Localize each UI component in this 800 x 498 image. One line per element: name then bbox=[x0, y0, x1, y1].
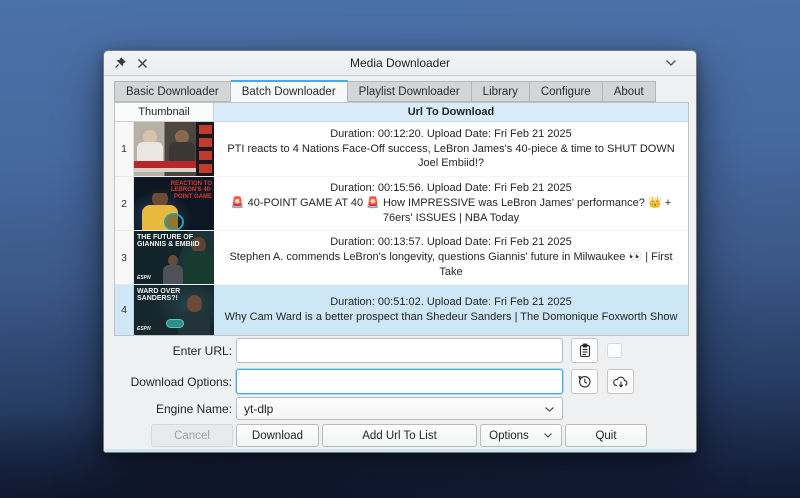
thumbnail-image: REACTION TO LEBRON'S 40-POINT GAME bbox=[134, 177, 214, 230]
chevron-down-icon bbox=[543, 430, 553, 442]
engine-name-label: Engine Name: bbox=[112, 402, 232, 416]
quit-button[interactable]: Quit bbox=[565, 424, 647, 447]
video-info: Duration: 00:13:57. Upload Date: Fri Feb… bbox=[214, 231, 688, 285]
add-url-to-list-button[interactable]: Add Url To List bbox=[322, 424, 477, 447]
video-thumbnail bbox=[134, 122, 214, 177]
video-info: Duration: 00:15:56. Upload Date: Fri Feb… bbox=[214, 177, 688, 231]
video-title: 🚨 40-POINT GAME AT 40 🚨 How IMPRESSIVE w… bbox=[224, 196, 678, 226]
cancel-button: Cancel bbox=[151, 424, 233, 447]
thumbnail-image bbox=[134, 122, 214, 176]
column-header-url[interactable]: Url To Download bbox=[214, 103, 688, 122]
options-history-button[interactable] bbox=[571, 369, 598, 394]
video-title: Why Cam Ward is a better prospect than S… bbox=[225, 310, 678, 325]
engine-selected-value: yt-dlp bbox=[244, 402, 273, 416]
window-bottom-edge bbox=[105, 449, 695, 452]
row-number: 3 bbox=[115, 231, 134, 285]
window-title: Media Downloader bbox=[104, 56, 696, 70]
engine-select[interactable]: yt-dlp bbox=[236, 397, 563, 420]
video-title: PTI reacts to 4 Nations Face-Off success… bbox=[224, 142, 678, 172]
video-info: Duration: 00:51:02. Upload Date: Fri Feb… bbox=[214, 285, 688, 336]
download-list-table: Thumbnail Url To Download 1 Duration: 00… bbox=[114, 102, 689, 336]
tab-configure[interactable]: Configure bbox=[530, 81, 603, 102]
video-info: Duration: 00:12:20. Upload Date: Fri Feb… bbox=[214, 122, 688, 177]
row-number: 1 bbox=[115, 122, 134, 177]
video-title: Stephen A. commends LeBron's longevity, … bbox=[224, 250, 678, 280]
row-number: 2 bbox=[115, 177, 134, 231]
monitor-clipboard-checkbox[interactable] bbox=[607, 343, 622, 358]
download-options-input[interactable] bbox=[236, 369, 563, 394]
video-thumbnail: REACTION TO LEBRON'S 40-POINT GAME bbox=[134, 177, 214, 231]
tab-bar: Basic Downloader Batch Downloader Playli… bbox=[114, 80, 686, 102]
tab-library[interactable]: Library bbox=[472, 81, 530, 102]
column-header-thumbnail[interactable]: Thumbnail bbox=[115, 103, 214, 122]
video-duration-date: Duration: 00:15:56. Upload Date: Fri Feb… bbox=[330, 181, 572, 196]
tab-batch-downloader[interactable]: Batch Downloader bbox=[231, 80, 348, 102]
table-row[interactable]: 2 REACTION TO LEBRON'S 40-POINT GAME Dur… bbox=[115, 177, 688, 231]
video-duration-date: Duration: 00:13:57. Upload Date: Fri Feb… bbox=[330, 235, 572, 250]
enter-url-label: Enter URL: bbox=[112, 344, 232, 358]
video-duration-date: Duration: 00:12:20. Upload Date: Fri Feb… bbox=[330, 127, 572, 142]
table-row[interactable]: 1 Duration: 00:12:20. Upload Date: Fri F… bbox=[115, 122, 688, 177]
media-downloader-window: Media Downloader Basic Downloader Batch … bbox=[103, 50, 697, 453]
table-row-selected[interactable]: 4 WARD OVER SANDERS?! ESPN Duration: 00:… bbox=[115, 285, 688, 336]
thumbnail-image: WARD OVER SANDERS?! ESPN bbox=[134, 285, 214, 335]
video-thumbnail: WARD OVER SANDERS?! ESPN bbox=[134, 285, 214, 336]
table-header: Thumbnail Url To Download bbox=[115, 103, 688, 122]
video-duration-date: Duration: 00:51:02. Upload Date: Fri Feb… bbox=[330, 295, 572, 310]
download-button[interactable]: Download bbox=[236, 424, 319, 447]
row-number: 4 bbox=[115, 285, 134, 336]
table-row[interactable]: 3 THE FUTURE OF GIANNIS & EMBIID ESPN Du… bbox=[115, 231, 688, 285]
tab-basic-downloader[interactable]: Basic Downloader bbox=[114, 81, 231, 102]
thumbnail-image: THE FUTURE OF GIANNIS & EMBIID ESPN bbox=[134, 231, 214, 284]
chevron-down-icon bbox=[544, 402, 555, 416]
download-defaults-cloud-button[interactable] bbox=[607, 369, 634, 394]
tab-about[interactable]: About bbox=[603, 81, 656, 102]
titlebar: Media Downloader bbox=[104, 51, 696, 76]
options-menu-button[interactable]: Options bbox=[480, 424, 562, 447]
download-options-label: Download Options: bbox=[112, 375, 232, 389]
video-thumbnail: THE FUTURE OF GIANNIS & EMBIID ESPN bbox=[134, 231, 214, 285]
paste-clipboard-button[interactable] bbox=[571, 338, 598, 363]
url-input[interactable] bbox=[236, 338, 563, 363]
tab-playlist-downloader[interactable]: Playlist Downloader bbox=[348, 81, 472, 102]
